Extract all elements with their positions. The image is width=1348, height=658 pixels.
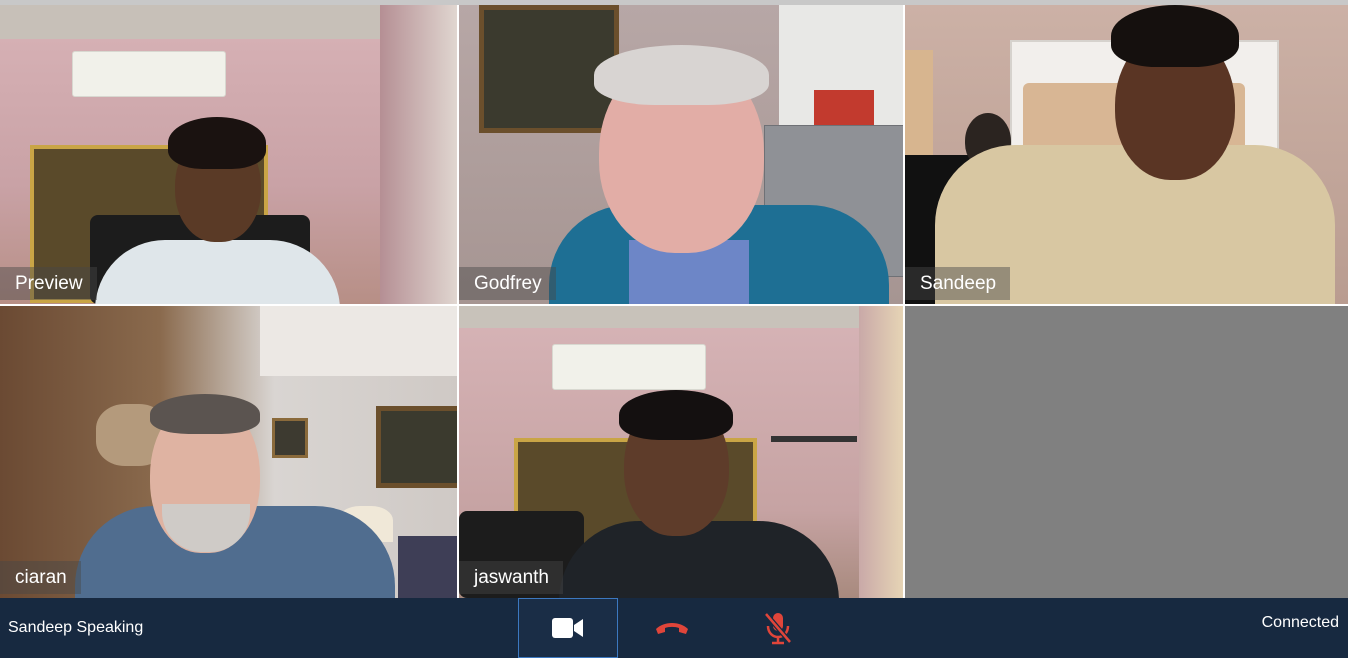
door-frame <box>905 50 933 170</box>
air-conditioner <box>552 344 706 390</box>
bookshelf <box>398 536 457 598</box>
person-hair <box>168 117 266 169</box>
person-hair <box>594 45 769 105</box>
participant-name-label: ciaran <box>0 561 81 594</box>
toggle-video-button[interactable] <box>518 598 618 658</box>
air-conditioner <box>72 51 226 97</box>
video-tile-sandeep[interactable]: Sandeep <box>905 5 1348 304</box>
coat-hook-rail <box>771 436 857 442</box>
door <box>380 5 457 304</box>
video-tile-jaswanth[interactable]: jaswanth <box>459 306 903 598</box>
video-camera-icon <box>552 618 583 638</box>
small-frame <box>272 418 308 458</box>
toggle-mic-button[interactable] <box>728 598 828 658</box>
person-body <box>95 240 340 304</box>
participant-name-label: Godfrey <box>459 267 556 300</box>
participant-name-label: Sandeep <box>905 267 1011 300</box>
person-hair <box>150 394 260 434</box>
ceiling-molding <box>0 5 380 39</box>
red-object <box>814 90 874 125</box>
person-body <box>559 521 839 598</box>
hang-up-button[interactable] <box>622 598 722 658</box>
participant-name-label: jaswanth <box>459 561 563 594</box>
ceiling-molding <box>459 306 903 328</box>
ceiling <box>260 306 457 376</box>
participant-name-label: Preview <box>0 267 97 300</box>
empty-video-slot <box>905 306 1348 598</box>
video-tile-ciaran[interactable]: ciaran <box>0 306 457 598</box>
door <box>859 306 903 598</box>
video-tile-preview[interactable]: Preview <box>0 5 457 304</box>
painting <box>376 406 457 488</box>
video-tile-godfrey[interactable]: Godfrey <box>459 5 903 304</box>
microphone-muted-icon <box>764 612 792 645</box>
call-toolbar: Sandeep Speaking Connected <box>0 598 1348 658</box>
video-grid: Preview Godfrey Sandeep ciaran jaswanth <box>0 5 1348 598</box>
person-hair <box>1111 5 1239 67</box>
phone-hangup-icon <box>656 623 688 634</box>
person-hair <box>619 390 733 440</box>
active-speaker-text: Sandeep Speaking <box>8 619 144 636</box>
connection-status: Connected <box>1261 614 1339 631</box>
